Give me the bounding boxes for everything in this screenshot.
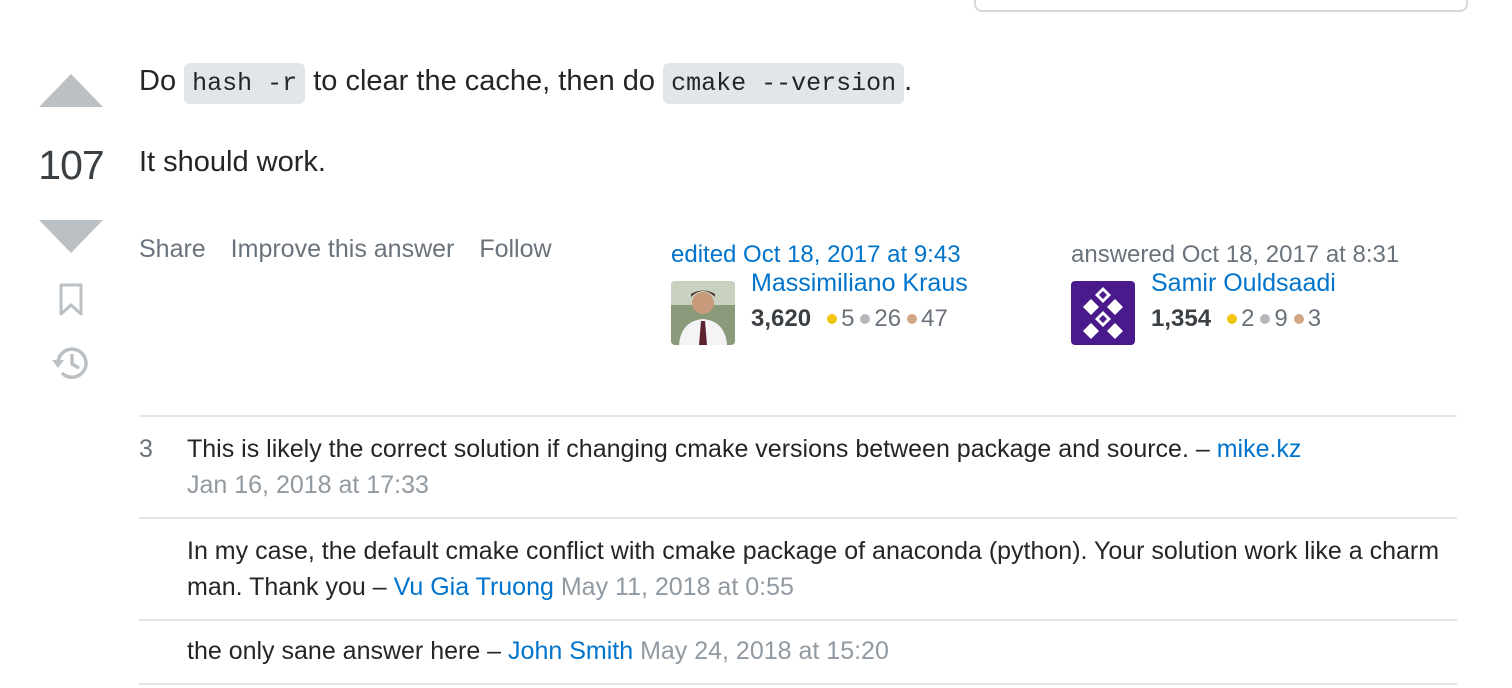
bronze-badge-icon [907, 314, 918, 324]
answer-text: to clear the cache, then do [305, 65, 664, 97]
answer-line-1: Do hash -r to clear the cache, then do c… [139, 58, 1459, 107]
gold-badge-icon [827, 314, 838, 324]
comment: 3 This is likely the correct solution if… [139, 417, 1457, 519]
editor-stats: 3,620 5 26 47 [751, 305, 948, 333]
silver-badge-icon [1260, 314, 1271, 324]
author-card: answered Oct 18, 2017 at 8:31 Samir Ould… [1071, 241, 1431, 345]
editor-card: edited Oct 18, 2017 at 9:43 Massimiliano… [671, 241, 1031, 345]
post-menu: Share Improve this answer Follow [139, 235, 570, 264]
silver-badge-count: 9 [1274, 305, 1288, 332]
answer-body: Do hash -r to clear the cache, then do c… [139, 58, 1459, 185]
comment-date[interactable]: May 24, 2018 at 15:20 [640, 637, 889, 665]
answer-text: Do [139, 65, 185, 97]
comment-date[interactable]: May 11, 2018 at 0:55 [561, 573, 794, 601]
comment: In my case, the default cmake conflict w… [139, 519, 1457, 621]
history-icon[interactable] [50, 342, 92, 384]
comments-list: 3 This is likely the correct solution if… [139, 415, 1457, 685]
gold-badge-icon [1227, 314, 1238, 324]
author-stats: 1,354 2 9 3 [1151, 305, 1321, 333]
comment-text: This is likely the correct solution if c… [187, 435, 1217, 463]
reputation-score: 1,354 [1151, 305, 1212, 332]
avatar[interactable] [1071, 281, 1135, 345]
improve-answer-link[interactable]: Improve this answer [231, 235, 455, 263]
answer-line-2: It should work. [139, 146, 326, 178]
edited-timestamp-link[interactable]: edited Oct 18, 2017 at 9:43 [671, 241, 1031, 269]
bronze-badge-count: 47 [921, 305, 948, 332]
answer-text: . [904, 65, 913, 97]
comment-date[interactable]: Jan 16, 2018 at 17:33 [187, 471, 429, 499]
comment-user-link[interactable]: Vu Gia Truong [394, 573, 554, 601]
gold-badge-count: 2 [1241, 305, 1255, 332]
inline-code-hash: hash -r [184, 63, 306, 104]
bookmark-icon[interactable] [58, 282, 84, 318]
share-link[interactable]: Share [139, 235, 206, 263]
comment: the only sane answer here – John Smith M… [139, 621, 1457, 685]
comment-text: In my case, the default cmake conflict w… [187, 537, 1440, 601]
bronze-badge-icon [1293, 314, 1304, 324]
inline-code-cmake: cmake --version [663, 63, 905, 104]
editor-name-link[interactable]: Massimiliano Kraus [751, 269, 968, 298]
answered-timestamp: answered Oct 18, 2017 at 8:31 [1071, 241, 1400, 268]
follow-link[interactable]: Follow [479, 235, 551, 263]
gold-badge-count: 5 [841, 305, 855, 332]
silver-badge-icon [860, 314, 871, 324]
downvote-button[interactable] [39, 220, 103, 253]
comment-text: the only sane answer here – [187, 637, 509, 665]
bronze-badge-count: 3 [1307, 305, 1322, 332]
comment-score: 3 [139, 435, 153, 463]
silver-badge-count: 26 [874, 305, 902, 332]
vote-count: 107 [38, 142, 104, 188]
avatar[interactable] [671, 281, 735, 345]
comment-user-link[interactable]: mike.kz [1217, 435, 1302, 463]
top-input-box [974, 0, 1468, 12]
author-name-link[interactable]: Samir Ouldsaadi [1151, 269, 1336, 298]
upvote-button[interactable] [39, 74, 103, 107]
comment-user-link[interactable]: John Smith [508, 637, 633, 665]
reputation-score: 3,620 [751, 305, 812, 332]
